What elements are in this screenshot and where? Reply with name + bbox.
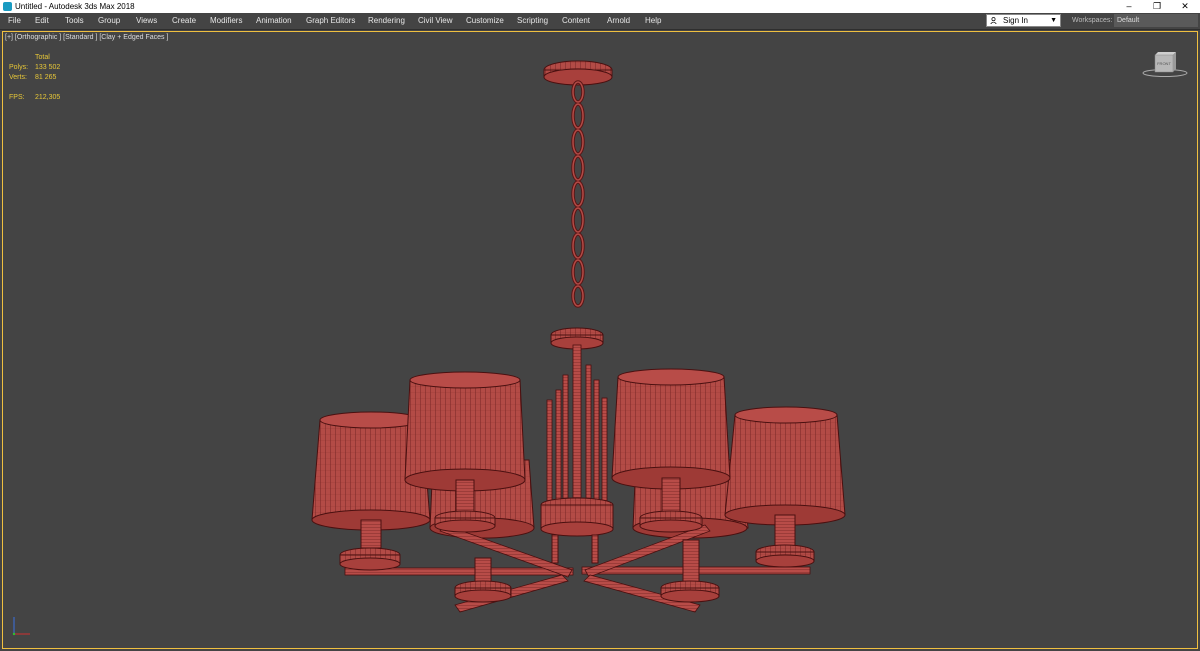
- lamp-cup-lower-left: [454, 557, 512, 603]
- menu-content[interactable]: Content: [562, 13, 590, 29]
- menu-file[interactable]: File: [8, 13, 21, 29]
- fps-label: FPS:: [9, 94, 25, 101]
- menu-arnold[interactable]: Arnold: [607, 13, 630, 29]
- menu-modifiers[interactable]: Modifiers: [210, 13, 242, 29]
- fps-value: 212,305: [35, 94, 61, 101]
- sign-in-label: Sign In: [1003, 16, 1028, 25]
- polys-label: Polys:: [9, 64, 29, 71]
- window-title: Untitled - Autodesk 3ds Max 2018: [15, 2, 135, 11]
- sign-in-dropdown[interactable]: Sign In ▼: [986, 14, 1061, 27]
- title-bar: Untitled - Autodesk 3ds Max 2018 – ❐ ✕: [0, 0, 1200, 13]
- workspaces-select[interactable]: Default: [1114, 14, 1198, 27]
- viewcube[interactable]: FRONT: [1140, 50, 1190, 80]
- menu-graph-editors[interactable]: Graph Editors: [306, 13, 355, 29]
- viewcube-face-label: FRONT: [1157, 61, 1171, 66]
- minimize-button[interactable]: –: [1115, 0, 1143, 13]
- user-icon: [990, 17, 997, 24]
- viewport-label[interactable]: [+] [Orthographic ] [Standard ] [Clay + …: [5, 33, 168, 43]
- arms: [344, 524, 811, 613]
- menu-rendering[interactable]: Rendering: [368, 13, 405, 29]
- menu-group[interactable]: Group: [98, 13, 120, 29]
- stats-header: Total: [35, 54, 50, 61]
- close-button[interactable]: ✕: [1171, 0, 1199, 13]
- axis-tripod-icon: [12, 617, 30, 636]
- chandelier-model[interactable]: [300, 50, 860, 625]
- menu-scripting[interactable]: Scripting: [517, 13, 548, 29]
- chain: [571, 80, 585, 308]
- menu-help[interactable]: Help: [645, 13, 661, 29]
- menu-views[interactable]: Views: [136, 13, 157, 29]
- menu-customize[interactable]: Customize: [466, 13, 504, 29]
- app-icon: [3, 2, 12, 11]
- verts-label: Verts:: [9, 74, 27, 81]
- menu-animation[interactable]: Animation: [256, 13, 292, 29]
- menu-civil-view[interactable]: Civil View: [418, 13, 453, 29]
- workspaces-label: Workspaces:: [1072, 17, 1113, 24]
- chevron-down-icon: ▼: [1050, 17, 1057, 24]
- verts-value: 81 265: [35, 74, 57, 81]
- restore-button[interactable]: ❐: [1143, 0, 1171, 13]
- menu-edit[interactable]: Edit: [35, 13, 49, 29]
- polys-value: 133 502: [35, 64, 61, 71]
- menu-create[interactable]: Create: [172, 13, 196, 29]
- menu-tools[interactable]: Tools: [65, 13, 84, 29]
- central-rods: [546, 344, 608, 511]
- lamp-far-right: [724, 406, 846, 568]
- workspaces-value: Default: [1117, 17, 1140, 24]
